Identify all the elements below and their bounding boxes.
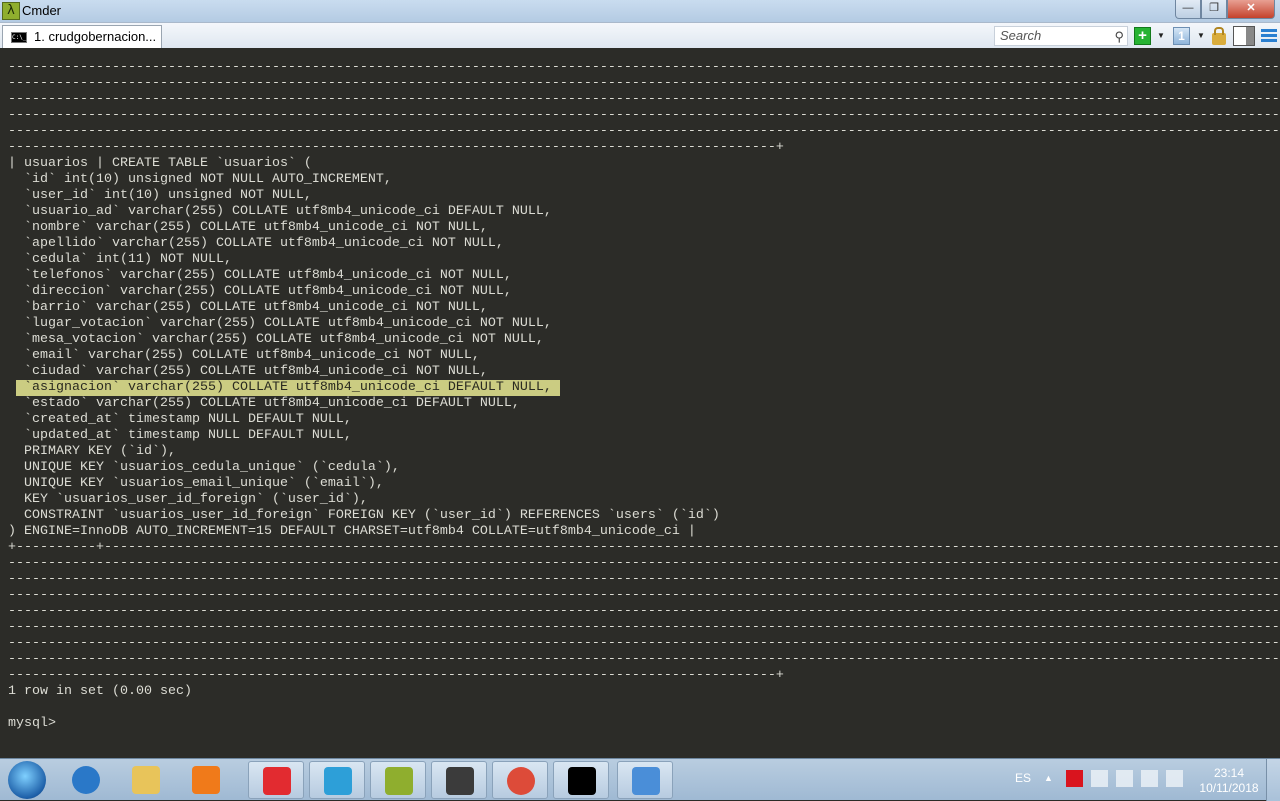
taskbar-media-player-button[interactable] [178, 761, 234, 799]
window-title: Cmder [22, 3, 62, 18]
tab-label: 1. crudgobernacion... [34, 29, 157, 44]
terminal-line: mysql> [8, 716, 56, 731]
terminal-line: `telefonos` varchar(255) COLLATE utf8mb4… [8, 268, 512, 283]
lock-icon[interactable] [1212, 27, 1226, 45]
command-prompt-icon [568, 767, 596, 795]
search-placeholder: Search [1000, 28, 1042, 43]
terminal-line: `lugar_votacion` varchar(255) COLLATE ut… [8, 316, 552, 331]
terminal-line: `cedula` int(11) NOT NULL, [8, 252, 232, 267]
lambda-icon: λ [2, 2, 20, 20]
terminal-line: ----------------------------------------… [8, 124, 1280, 139]
media-player-icon [192, 766, 220, 794]
close-button[interactable]: ✕ [1227, 0, 1275, 19]
new-console-button[interactable]: + [1134, 27, 1151, 45]
console-switch-button[interactable]: 1 [1173, 27, 1190, 45]
taskbar: ES ▲ 23:14 10/11/2018 [0, 758, 1280, 801]
terminal-line: `estado` varchar(255) COLLATE utf8mb4_un… [8, 396, 520, 411]
maximize-button[interactable]: ❐ [1201, 0, 1227, 19]
terminal-line: `direccion` varchar(255) COLLATE utf8mb4… [8, 284, 512, 299]
terminal-line: `user_id` int(10) unsigned NOT NULL, [8, 188, 312, 203]
menu-icon[interactable] [1261, 29, 1277, 43]
console-icon: C:\_ [11, 32, 27, 43]
terminal-line: UNIQUE KEY `usuarios_cedula_unique` (`ce… [8, 460, 400, 475]
terminal-line: ----------------------------------------… [8, 636, 1280, 651]
terminal-line: `created_at` timestamp NULL DEFAULT NULL… [8, 412, 352, 427]
control-panel-icon [632, 767, 660, 795]
terminal-line: `nombre` varchar(255) COLLATE utf8mb4_un… [8, 220, 488, 235]
terminal-line: ----------------------------------------… [8, 668, 784, 683]
chrome-icon [507, 767, 535, 795]
chevron-down-icon[interactable]: ▼ [1197, 27, 1205, 45]
terminal-line: KEY `usuarios_user_id_foreign` (`user_id… [8, 492, 368, 507]
terminal-line: ----------------------------------------… [8, 60, 1280, 75]
terminal-line: ----------------------------------------… [8, 572, 1280, 587]
terminal-output: ----------------------------------------… [8, 60, 1280, 732]
time: 23:14 [1213, 766, 1245, 780]
date: 10/11/2018 [1199, 781, 1259, 795]
start-button[interactable] [8, 761, 46, 799]
taskbar-sublime-text-button[interactable] [431, 761, 487, 799]
selected-terminal-line: `asignacion` varchar(255) COLLATE utf8mb… [8, 380, 1280, 396]
search-input[interactable]: Search ⚲ [994, 26, 1128, 46]
terminal-line: +----------+----------------------------… [8, 540, 1280, 555]
action-center-icon[interactable] [1091, 770, 1108, 787]
terminal-line: `updated_at` timestamp NULL DEFAULT NULL… [8, 428, 352, 443]
taskbar-vivaldi-button[interactable] [248, 761, 304, 799]
terminal-line: | usuarios | CREATE TABLE `usuarios` ( [8, 156, 312, 171]
terminal[interactable]: ----------------------------------------… [0, 48, 1280, 758]
network-icon[interactable] [1141, 770, 1158, 787]
split-panel-icon[interactable] [1233, 26, 1255, 46]
terminal-line: CONSTRAINT `usuarios_user_id_foreign` FO… [8, 508, 720, 523]
terminal-line: 1 row in set (0.00 sec) [8, 684, 192, 699]
file-explorer-icon [132, 766, 160, 794]
terminal-line: ) ENGINE=InnoDB AUTO_INCREMENT=15 DEFAUL… [8, 524, 696, 539]
terminal-line: ----------------------------------------… [8, 620, 1280, 635]
terminal-line: ----------------------------------------… [8, 652, 1280, 667]
language-indicator[interactable]: ES [1015, 771, 1031, 785]
chevron-down-icon[interactable]: ▼ [1157, 27, 1165, 45]
terminal-line: ----------------------------------------… [8, 76, 1280, 91]
terminal-line: ----------------------------------------… [8, 108, 1280, 123]
terminal-line: `id` int(10) unsigned NOT NULL AUTO_INCR… [8, 172, 392, 187]
taskbar-file-explorer-button[interactable] [118, 761, 174, 799]
terminal-line: ----------------------------------------… [8, 604, 1280, 619]
terminal-line: `barrio` varchar(255) COLLATE utf8mb4_un… [8, 300, 488, 315]
taskbar-mysql-workbench-button[interactable] [309, 761, 365, 799]
terminal-line: `email` varchar(255) COLLATE utf8mb4_uni… [8, 348, 480, 363]
chevron-up-icon[interactable]: ▲ [1044, 773, 1053, 783]
title-bar: λ Cmder — ❐ ✕ [0, 0, 1280, 22]
clock[interactable]: 23:14 10/11/2018 [1196, 766, 1262, 796]
minimize-button[interactable]: — [1175, 0, 1201, 19]
terminal-line: ----------------------------------------… [8, 588, 1280, 603]
terminal-line: `usuario_ad` varchar(255) COLLATE utf8mb… [8, 204, 552, 219]
search-icon[interactable]: ⚲ [1114, 28, 1124, 46]
internet-explorer-icon [72, 766, 100, 794]
terminal-line: `ciudad` varchar(255) COLLATE utf8mb4_un… [8, 364, 488, 379]
avira-icon[interactable] [1066, 770, 1083, 787]
sublime-text-icon [446, 767, 474, 795]
terminal-line: ----------------------------------------… [8, 556, 1280, 571]
taskbar-cmder-button[interactable] [370, 761, 426, 799]
terminal-line: `apellido` varchar(255) COLLATE utf8mb4_… [8, 236, 504, 251]
tab-bar: C:\_ 1. crudgobernacion... Search ⚲ + ▼ … [0, 22, 1280, 49]
terminal-line: ----------------------------------------… [8, 92, 1280, 107]
show-desktop-button[interactable] [1266, 759, 1280, 801]
volume-icon[interactable] [1166, 770, 1183, 787]
terminal-line: PRIMARY KEY (`id`), [8, 444, 176, 459]
taskbar-command-prompt-button[interactable] [553, 761, 609, 799]
power-icon[interactable] [1116, 770, 1133, 787]
terminal-line: ----------------------------------------… [8, 140, 784, 155]
taskbar-internet-explorer-button[interactable] [58, 761, 114, 799]
tab-console-1[interactable]: C:\_ 1. crudgobernacion... [2, 25, 162, 49]
taskbar-chrome-button[interactable] [492, 761, 548, 799]
mysql-workbench-icon [324, 767, 352, 795]
taskbar-control-panel-button[interactable] [617, 761, 673, 799]
terminal-line: UNIQUE KEY `usuarios_email_unique` (`ema… [8, 476, 384, 491]
vivaldi-icon [263, 767, 291, 795]
cmder-icon [385, 767, 413, 795]
terminal-line: `mesa_votacion` varchar(255) COLLATE utf… [8, 332, 544, 347]
